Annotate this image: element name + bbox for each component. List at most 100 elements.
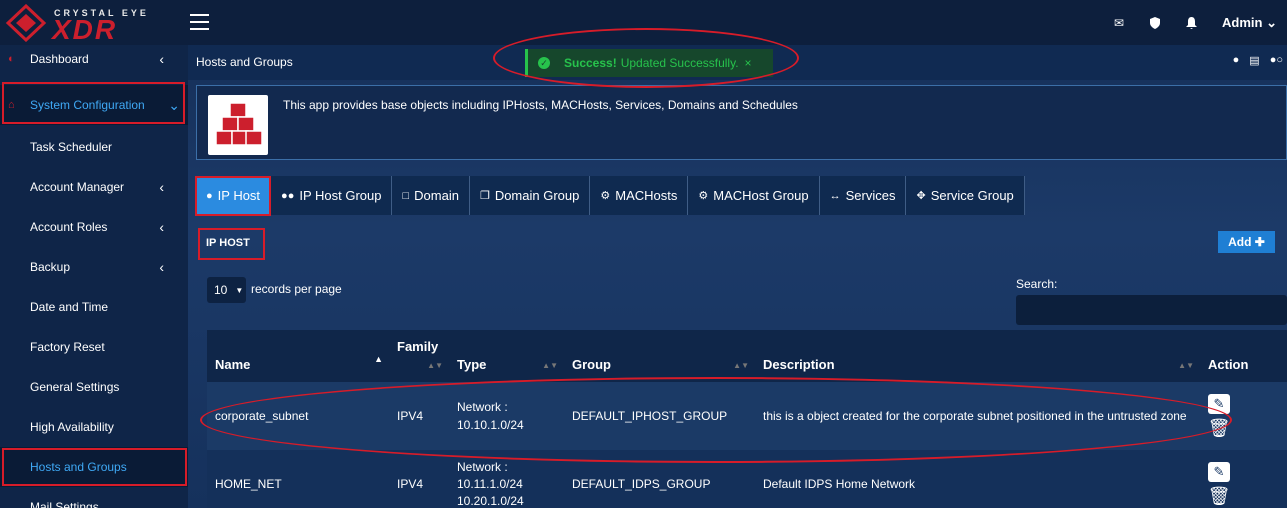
plus-icon: ✚ [1254, 235, 1265, 249]
search-input[interactable] [1016, 295, 1287, 325]
sidebar-item-task-scheduler[interactable]: Task Scheduler [0, 127, 188, 167]
table-row: HOME_NET IPV4 Network : 10.11.1.0/24 10.20… [207, 450, 1287, 508]
tab-domain-group[interactable]: ❐ Domain Group [470, 176, 591, 215]
edit-icon[interactable]: ✎ [1208, 462, 1230, 482]
logo-mark-icon [5, 3, 47, 43]
tab-label: IP Host Group [299, 188, 382, 203]
tab-service-group[interactable]: ✥ Service Group [906, 176, 1025, 215]
tab-domain[interactable]: □ Domain [392, 176, 470, 215]
column-header-group[interactable]: Group ▲▼ [564, 330, 755, 382]
search-label: Search: [1016, 277, 1058, 291]
column-header-description[interactable]: Description ▲▼ [755, 330, 1200, 382]
copy-icon: ❐ [479, 190, 490, 202]
add-button[interactable]: Add ✚ [1218, 231, 1275, 253]
sidebar-item-factory-reset[interactable]: Factory Reset [0, 327, 188, 367]
sidebar-item-label: High Availability [30, 420, 114, 434]
sidebar: ◐ Dashboard ‹ ⌂ System Configuration ⌄ T… [0, 45, 188, 508]
ip-host-table: Name ▲ Family ▲▼ Type ▲▼ Group ▲▼ Descriptio… [207, 330, 1287, 508]
type-label: Network : [457, 400, 508, 414]
sidebar-item-dashboard[interactable]: ◐ Dashboard ‹ [0, 39, 188, 79]
trash-icon[interactable]: 🗑 [1208, 418, 1231, 438]
cog-icon: ⚙ [600, 190, 611, 202]
crystal-eye-logo[interactable]: CRYSTAL EYE XDR [4, 3, 164, 45]
column-header-label: Group [572, 357, 611, 372]
cell-family: IPV4 [397, 409, 424, 423]
cell-description: Default IDPS Home Network [763, 477, 916, 491]
column-header-action: Action [1200, 330, 1287, 382]
sidebar-item-label: Account Roles [30, 220, 108, 234]
sidebar-item-label: Account Manager [30, 180, 125, 194]
sidebar-item-hosts-and-groups[interactable]: Hosts and Groups [0, 447, 188, 487]
tab-machost-group[interactable]: ⚙ MACHost Group [688, 176, 820, 215]
dashboard-icon: ◐ [8, 53, 15, 65]
column-header-family[interactable]: Family ▲▼ [389, 330, 449, 382]
sidebar-item-label: Backup [30, 260, 71, 274]
sort-asc-icon: ▲ [374, 354, 383, 364]
file-icon: □ [402, 189, 410, 202]
tab-ip-host[interactable]: ● IP Host [196, 176, 272, 215]
chevron-left-icon: ‹ [159, 259, 164, 275]
chevron-down-icon: ⌄ [168, 96, 180, 113]
edit-icon[interactable]: ✎ [1208, 394, 1230, 414]
bell-icon[interactable] [1182, 14, 1200, 32]
user-name: Admin [1222, 14, 1263, 30]
chevron-left-icon: ‹ [159, 179, 164, 195]
sidebar-item-label: Date and Time [30, 300, 109, 314]
toast-close-icon[interactable]: × [745, 56, 752, 70]
sidebar-item-label: Task Scheduler [30, 140, 113, 154]
cell-group: DEFAULT_IPHOST_GROUP [572, 409, 728, 423]
sidebar-item-date-and-time[interactable]: Date and Time [0, 287, 188, 327]
add-label: Add [1228, 235, 1252, 249]
lightbulb-icon[interactable]: ● [1233, 54, 1240, 67]
column-header-type[interactable]: Type ▲▼ [449, 330, 564, 382]
records-per-page-value: 10 [214, 283, 228, 297]
sidebar-item-backup[interactable]: Backup ‹ [0, 247, 188, 287]
type-value: 10.20.1.0/24 [457, 493, 524, 508]
shield-icon[interactable] [1146, 14, 1164, 32]
records-per-page-select[interactable]: 10 ▼ [207, 277, 246, 303]
sort-icon: ▲▼ [427, 361, 443, 370]
menu-toggle-icon[interactable] [190, 14, 209, 30]
chevron-left-icon: ‹ [159, 219, 164, 235]
trash-icon[interactable]: 🗑 [1208, 486, 1231, 506]
mail-icon[interactable]: ✉ [1110, 14, 1128, 32]
sidebar-item-label: Hosts and Groups [30, 460, 127, 474]
book-icon[interactable]: ▤ [1249, 54, 1259, 67]
toast-strong: Success! [564, 56, 617, 70]
sidebar-item-system-configuration[interactable]: ⌂ System Configuration ⌄ [0, 85, 188, 125]
cell-group: DEFAULT_IDPS_GROUP [572, 477, 711, 491]
app-info-box: This app provides base objects including… [196, 85, 1287, 160]
sidebar-item-high-availability[interactable]: High Availability [0, 407, 188, 447]
tab-ip-host-group[interactable]: ●● IP Host Group [271, 176, 393, 215]
sidebar-item-label: General Settings [30, 380, 120, 394]
main-content: Hosts and Groups ● ▤ ●○ ✓ Success! Updat… [188, 45, 1287, 508]
tab-label: Domain [414, 188, 459, 203]
column-header-label: Name [215, 357, 251, 372]
cell-description: this is a object created for the corpora… [763, 409, 1187, 423]
sidebar-item-label: Dashboard [30, 52, 89, 66]
cell-family: IPV4 [397, 477, 424, 491]
sidebar-item-account-manager[interactable]: Account Manager ‹ [0, 167, 188, 207]
tab-machosts[interactable]: ⚙ MACHosts [590, 176, 689, 215]
column-header-label: Description [763, 357, 835, 372]
chevron-left-icon: ‹ [159, 51, 164, 67]
sidebar-item-account-roles[interactable]: Account Roles ‹ [0, 207, 188, 247]
cell-type: Network : 10.11.1.0/24 10.20.1.0/24 [449, 450, 564, 508]
cell-action: ✎ 🗑 [1200, 450, 1287, 508]
sidebar-item-mail-settings[interactable]: Mail Settings [0, 487, 188, 508]
caret-down-icon: ▼ [235, 285, 244, 295]
sidebar-item-general-settings[interactable]: General Settings [0, 367, 188, 407]
sidebar-item-label: System Configuration [30, 98, 145, 112]
tab-services[interactable]: ↔ Services [820, 176, 907, 215]
column-header-name[interactable]: Name ▲ [207, 330, 389, 382]
toggle-icon[interactable]: ●○ [1270, 54, 1283, 67]
cell-type: Network : 10.10.1.0/24 [449, 382, 564, 450]
column-header-label: Family [397, 339, 439, 354]
tab-label: Service Group [930, 188, 1014, 203]
page-title: Hosts and Groups [196, 55, 293, 69]
type-value: 10.10.1.0/24 [457, 418, 524, 432]
table-row: corporate_subnet IPV4 Network : 10.10.1.0… [207, 382, 1287, 450]
arrows-icon: ✥ [916, 190, 926, 202]
sort-icon: ▲▼ [733, 361, 749, 370]
user-menu[interactable]: Admin ⌄ [1222, 15, 1277, 31]
